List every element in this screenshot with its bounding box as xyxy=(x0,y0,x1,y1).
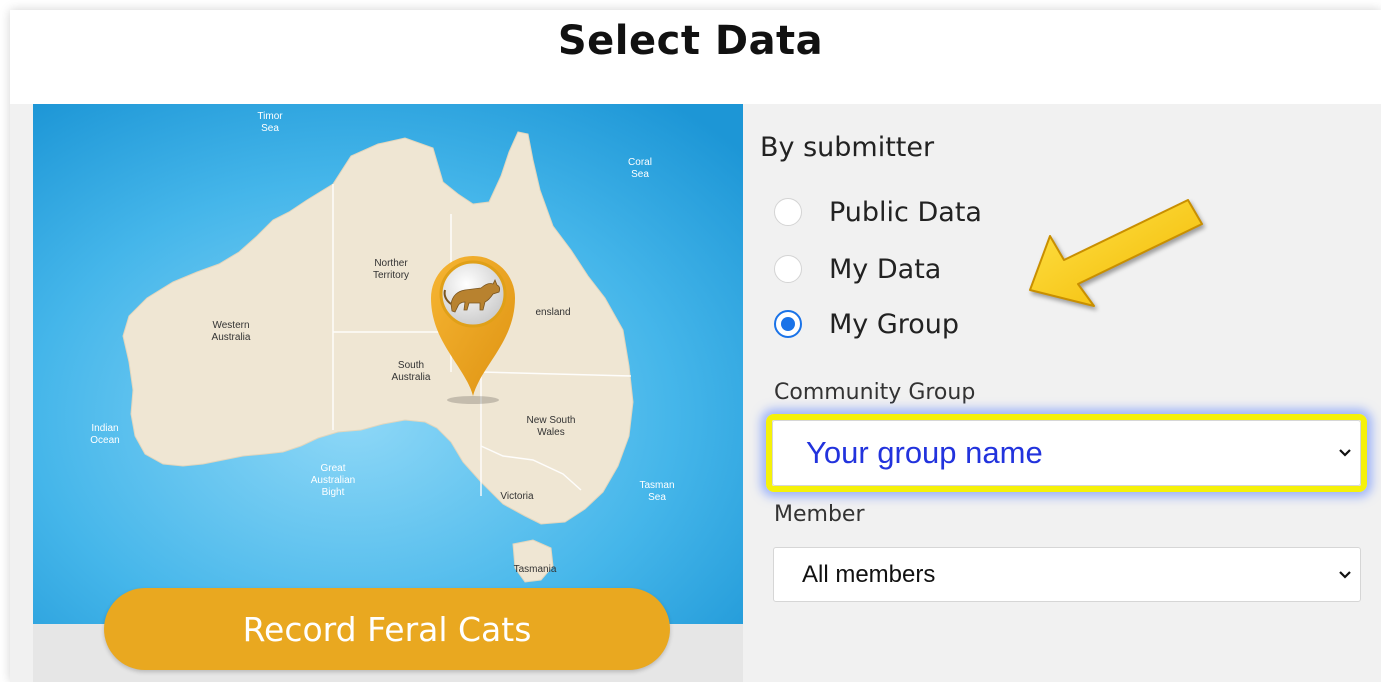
svg-text:Ocean: Ocean xyxy=(90,435,119,446)
community-group-select[interactable]: Your group name xyxy=(772,420,1361,486)
radio-label: My Data xyxy=(829,253,942,285)
label-victoria: Victoria xyxy=(500,491,534,502)
label-queensland: ensland xyxy=(535,307,570,318)
radio-button[interactable] xyxy=(774,255,802,283)
label-new-south-wales: New South xyxy=(527,415,576,426)
radio-my-data[interactable]: My Data xyxy=(774,249,941,289)
svg-text:Wales: Wales xyxy=(537,427,564,438)
annotation-arrow-icon xyxy=(1029,199,1203,307)
label-indian-ocean: Indian xyxy=(91,423,118,434)
radio-public-data[interactable]: Public Data xyxy=(774,192,982,232)
label-western-australia: Western xyxy=(212,320,249,331)
radio-my-group[interactable]: My Group xyxy=(774,304,959,344)
chevron-down-icon xyxy=(1339,570,1351,579)
svg-text:Sea: Sea xyxy=(648,492,666,503)
member-value: All members xyxy=(802,560,936,588)
svg-text:Bight: Bight xyxy=(322,487,345,498)
radio-button[interactable] xyxy=(774,198,802,226)
svg-text:Sea: Sea xyxy=(261,123,279,134)
member-label: Member xyxy=(774,502,865,527)
radio-label: My Group xyxy=(829,308,960,340)
label-timor-sea: Timor xyxy=(257,111,283,122)
svg-text:Australian: Australian xyxy=(311,475,355,486)
label-coral-sea: Coral xyxy=(628,157,652,168)
svg-text:Sea: Sea xyxy=(631,169,649,180)
community-group-label: Community Group xyxy=(774,380,976,405)
page-title: Select Data xyxy=(557,18,824,64)
chevron-down-icon xyxy=(1339,449,1351,457)
label-northern-territory: Norther xyxy=(374,258,408,269)
label-tasman-sea: Tasman xyxy=(639,480,674,491)
record-feral-cats-button[interactable]: Record Feral Cats xyxy=(104,588,670,670)
by-submitter-label: By submitter xyxy=(760,132,935,163)
community-group-value: Your group name xyxy=(806,435,1043,470)
member-select[interactable]: All members xyxy=(773,547,1361,602)
radio-label: Public Data xyxy=(829,196,982,228)
label-south-australia: South xyxy=(398,360,424,371)
label-great-australian-bight: Great xyxy=(320,463,345,474)
radio-button-checked[interactable] xyxy=(774,310,802,338)
svg-text:Territory: Territory xyxy=(373,270,409,281)
svg-text:Australia: Australia xyxy=(212,332,251,343)
label-tasmania: Tasmania xyxy=(514,564,557,575)
svg-text:Australia: Australia xyxy=(392,372,431,383)
